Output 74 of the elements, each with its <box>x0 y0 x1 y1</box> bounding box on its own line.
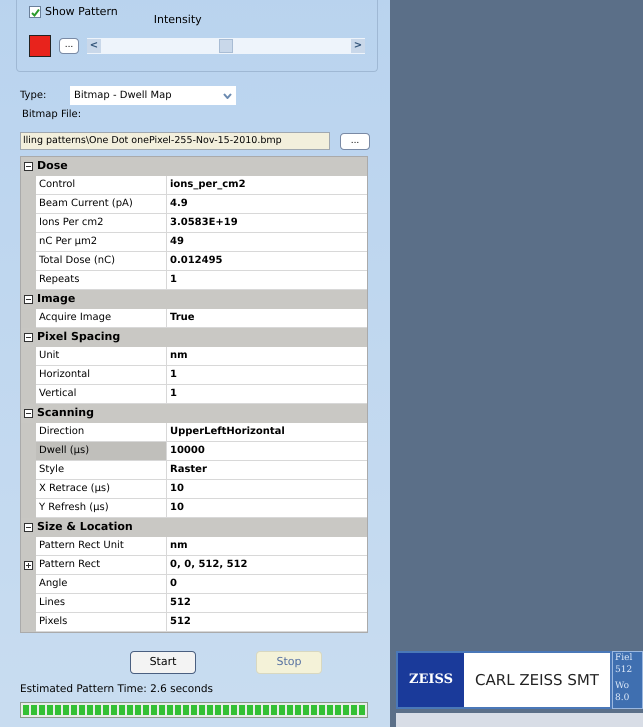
property-value[interactable]: nm <box>167 347 367 366</box>
estimated-time-text: Estimated Pattern Time: 2.6 seconds <box>20 682 214 697</box>
info-text: Fiel <box>615 652 634 664</box>
property-label[interactable]: Lines <box>36 594 167 613</box>
property-value[interactable]: 512 <box>167 613 367 632</box>
collapse-icon[interactable] <box>24 523 33 532</box>
property-value[interactable]: UpperLeftHorizontal <box>167 423 367 442</box>
category-label: Size & Location <box>37 519 133 536</box>
property-value[interactable]: 49 <box>167 233 367 252</box>
property-label[interactable]: Repeats <box>36 271 167 290</box>
color-swatch[interactable] <box>29 34 51 56</box>
property-value[interactable]: 10000 <box>167 442 367 461</box>
property-label[interactable]: Control <box>36 176 167 195</box>
checkmark-icon <box>30 8 40 17</box>
info-text: 8.0 <box>615 692 630 704</box>
property-label[interactable]: Direction <box>36 423 167 442</box>
expand-icon[interactable] <box>24 561 33 570</box>
property-value[interactable]: 10 <box>167 480 367 499</box>
category-label: Image <box>37 291 76 308</box>
property-value[interactable]: 10 <box>167 499 367 518</box>
property-label[interactable]: Style <box>36 461 167 480</box>
collapse-icon[interactable] <box>24 295 33 304</box>
property-label[interactable]: nC Per µm2 <box>36 233 167 252</box>
property-label[interactable]: Vertical <box>36 385 167 404</box>
info-text: Wo <box>615 680 630 692</box>
property-value[interactable]: 1 <box>167 271 367 290</box>
property-value[interactable]: 0.012495 <box>167 252 367 271</box>
collapse-icon[interactable] <box>24 409 33 418</box>
property-label[interactable]: Horizontal <box>36 366 167 385</box>
info-text: 512 <box>615 664 634 676</box>
property-label[interactable]: Pattern Rect <box>36 556 167 575</box>
bitmap-file-label: Bitmap File: <box>22 108 82 122</box>
intensity-label: Intensity <box>154 12 202 28</box>
collapse-icon[interactable] <box>24 333 33 342</box>
slider-thumb[interactable] <box>219 38 233 52</box>
property-label[interactable]: Unit <box>36 347 167 366</box>
property-value[interactable]: 4.9 <box>167 195 367 214</box>
property-value[interactable]: nm <box>167 537 367 556</box>
property-value[interactable]: 0 <box>167 575 367 594</box>
type-label: Type: <box>20 89 48 103</box>
property-label[interactable]: Beam Current (pA) <box>36 195 167 214</box>
start-button[interactable]: Start <box>130 651 196 674</box>
property-label[interactable]: Acquire Image <box>36 309 167 328</box>
category-label: Dose <box>37 158 68 174</box>
file-path-field[interactable]: lling patterns\One Dot onePixel-255-Nov-15-2010.bmp <box>20 132 330 150</box>
category-label: Scanning <box>37 405 94 422</box>
property-value[interactable]: 1 <box>167 366 367 385</box>
category-label: Pixel Spacing <box>37 329 120 346</box>
property-value[interactable]: ions_per_cm2 <box>167 176 367 195</box>
zeiss-logo: ZEISS <box>398 653 464 707</box>
property-value[interactable]: True <box>167 309 367 328</box>
scroll-right-button[interactable]: > <box>351 38 365 52</box>
property-value[interactable]: 1 <box>167 385 367 404</box>
type-dropdown[interactable]: Bitmap - Dwell Map <box>70 86 236 105</box>
property-label[interactable]: Y Refresh (µs) <box>36 499 167 518</box>
property-label[interactable]: X Retrace (µs) <box>36 480 167 499</box>
browse-button[interactable]: ... <box>340 132 370 150</box>
property-label[interactable]: Dwell (µs) <box>36 442 167 461</box>
show-pattern-checkbox[interactable]: Show Pattern <box>29 4 118 20</box>
company-name: CARL ZEISS SMT <box>474 670 600 691</box>
property-value[interactable]: 512 <box>167 594 367 613</box>
chevron-down-icon <box>223 92 232 98</box>
property-label[interactable]: Ions Per cm2 <box>36 214 167 233</box>
property-label[interactable]: Pattern Rect Unit <box>36 537 167 556</box>
collapse-icon[interactable] <box>24 162 33 171</box>
color-picker-button[interactable]: ... <box>59 38 79 54</box>
property-label[interactable]: Pixels <box>36 613 167 632</box>
property-value[interactable]: Raster <box>167 461 367 480</box>
scroll-left-button[interactable]: < <box>87 38 101 52</box>
property-label[interactable]: Angle <box>36 575 167 594</box>
property-value[interactable]: 0, 0, 512, 512 <box>167 556 367 575</box>
property-label[interactable]: Total Dose (nC) <box>36 252 167 271</box>
intensity-slider[interactable]: < > <box>87 38 365 54</box>
property-value[interactable]: 3.0583E+19 <box>167 214 367 233</box>
